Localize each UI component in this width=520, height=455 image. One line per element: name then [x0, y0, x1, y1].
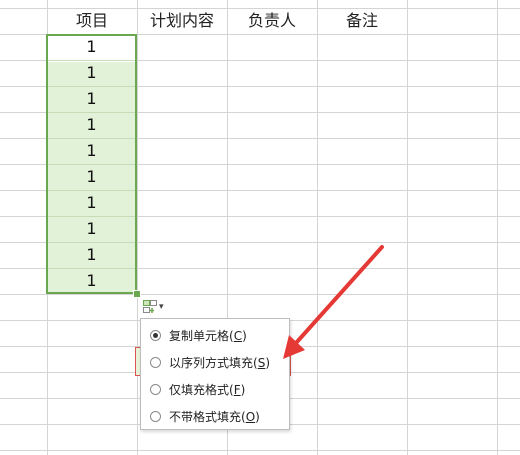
cell-a3[interactable]: 1 — [46, 60, 137, 86]
header-cell-owner[interactable]: 负责人 — [227, 8, 317, 34]
autofill-options-menu: 复制单元格(C) 以序列方式填充(S) 仅填充格式(F) 不带格式填充(O) — [140, 318, 290, 430]
cell-a9[interactable]: 1 — [46, 216, 137, 242]
menu-item-accesskey: F — [233, 382, 241, 397]
radio-icon[interactable] — [150, 329, 161, 341]
header-cell-notes[interactable]: 备注 — [317, 8, 407, 34]
cell-a10[interactable]: 1 — [46, 242, 137, 268]
menu-item-copy-cells[interactable]: 复制单元格(C) — [141, 322, 289, 348]
menu-item-fill-formatting-only[interactable]: 仅填充格式(F) — [141, 376, 289, 402]
menu-item-accesskey: C — [233, 328, 243, 343]
cell-a4[interactable]: 1 — [46, 86, 137, 112]
cell-a7[interactable]: 1 — [46, 164, 137, 190]
menu-item-accesskey: S — [257, 355, 266, 370]
header-cell-plan-content[interactable]: 计划内容 — [137, 8, 227, 34]
chevron-down-icon: ▾ — [159, 302, 164, 312]
cell-a8[interactable]: 1 — [46, 190, 137, 216]
autofill-options-button[interactable]: ▾ — [140, 297, 174, 317]
cell-a6[interactable]: 1 — [46, 138, 137, 164]
menu-item-fill-without-formatting[interactable]: 不带格式填充(O) — [141, 403, 289, 429]
menu-item-label: 以序列方式填充 — [169, 355, 254, 370]
menu-item-label: 复制单元格 — [169, 328, 230, 343]
menu-item-label: 仅填充格式 — [169, 382, 230, 397]
radio-icon[interactable] — [150, 383, 161, 395]
cell-a2[interactable]: 1 — [46, 34, 137, 60]
cell-a11[interactable]: 1 — [46, 268, 137, 294]
radio-icon[interactable] — [150, 356, 161, 368]
menu-item-fill-series[interactable]: 以序列方式填充(S) — [141, 349, 289, 375]
radio-icon[interactable] — [150, 410, 161, 422]
menu-item-accesskey: O — [245, 409, 256, 424]
header-cell-item[interactable]: 项目 — [47, 8, 137, 34]
autofill-options-icon — [143, 300, 157, 313]
cell-a5[interactable]: 1 — [46, 112, 137, 138]
menu-item-label: 不带格式填充 — [169, 409, 242, 424]
